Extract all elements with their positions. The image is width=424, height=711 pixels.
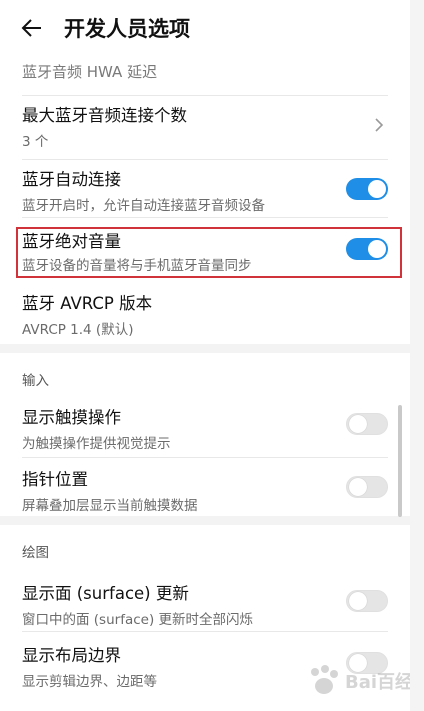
setting-item-max-bluetooth-connections[interactable]: 最大蓝牙音频连接个数 3 个 [22,96,388,160]
toggle-knob [349,592,367,610]
setting-item-value: AVRCP 1.4 (默认) [22,322,134,338]
setting-item-description: 窗口中的面 (surface) 更新时全部闪烁 [22,612,254,628]
screen-edge [410,0,424,711]
page-title: 开发人员选项 [64,17,190,41]
setting-item-description: 蓝牙开启时，允许自动连接蓝牙音频设备 [22,198,265,214]
watermark: Bai百经验 [305,662,410,698]
section-divider [0,516,410,525]
setting-item-value: 3 个 [22,134,49,150]
app-bar: 开发人员选项 [0,0,410,56]
paw-logo-icon [311,665,338,694]
setting-item-title: 蓝牙自动连接 [22,170,121,189]
section-header-label: 输入 [22,373,49,389]
setting-item-title: 蓝牙 AVRCP 版本 [22,294,153,313]
section-header-input: 输入 [22,353,410,398]
section-header-drawing: 绘图 [22,525,410,570]
setting-item-bluetooth-avrcp-version[interactable]: 蓝牙 AVRCP 版本 AVRCP 1.4 (默认) [22,278,388,344]
setting-item-bluetooth-hwa-latency[interactable]: 蓝牙音频 HWA 延迟 [22,56,388,96]
toggle-show-surface-updates[interactable] [346,590,388,612]
setting-item-description: 显示剪辑边界、边距等 [22,674,157,690]
scrollbar[interactable] [398,405,402,517]
toggle-knob [349,478,367,496]
watermark-text: Bai百经验 [345,672,410,693]
setting-item-title: 蓝牙音频 HWA 延迟 [22,63,158,81]
setting-item-bluetooth-absolute-volume[interactable]: 蓝牙绝对音量 蓝牙设备的音量将与手机蓝牙音量同步 [22,218,388,278]
setting-item-title: 显示面 (surface) 更新 [22,584,189,603]
arrow-left-icon[interactable] [18,14,46,42]
setting-item-description: 为触摸操作提供视觉提示 [22,436,171,452]
toggle-knob [368,240,386,258]
toggle-pointer-location[interactable] [346,476,388,498]
toggle-knob [368,180,386,198]
settings-screen: 开发人员选项 蓝牙音频 HWA 延迟 最大蓝牙音频连接个数 3 个 蓝牙自动连接… [0,0,410,711]
setting-item-description: 蓝牙设备的音量将与手机蓝牙音量同步 [22,258,252,274]
setting-item-title: 蓝牙绝对音量 [22,232,121,251]
setting-item-description: 屏幕叠加层显示当前触摸数据 [22,498,198,514]
toggle-bluetooth-auto-connect[interactable] [346,178,388,200]
toggle-knob [349,415,367,433]
toggle-show-touches[interactable] [346,413,388,435]
section-header-label: 绘图 [22,545,49,561]
setting-item-title: 显示布局边界 [22,646,121,665]
setting-item-show-surface-updates[interactable]: 显示面 (surface) 更新 窗口中的面 (surface) 更新时全部闪烁 [22,570,388,632]
setting-item-pointer-location[interactable]: 指针位置 屏幕叠加层显示当前触摸数据 [22,458,388,516]
setting-item-title: 最大蓝牙音频连接个数 [22,106,187,125]
chevron-right-icon [375,118,384,132]
toggle-bluetooth-absolute-volume[interactable] [346,238,388,260]
setting-item-bluetooth-auto-connect[interactable]: 蓝牙自动连接 蓝牙开启时，允许自动连接蓝牙音频设备 [22,160,388,218]
setting-item-show-touches[interactable]: 显示触摸操作 为触摸操作提供视觉提示 [22,398,388,458]
setting-item-title: 显示触摸操作 [22,408,121,427]
section-divider [0,344,410,353]
setting-item-title: 指针位置 [22,470,88,489]
